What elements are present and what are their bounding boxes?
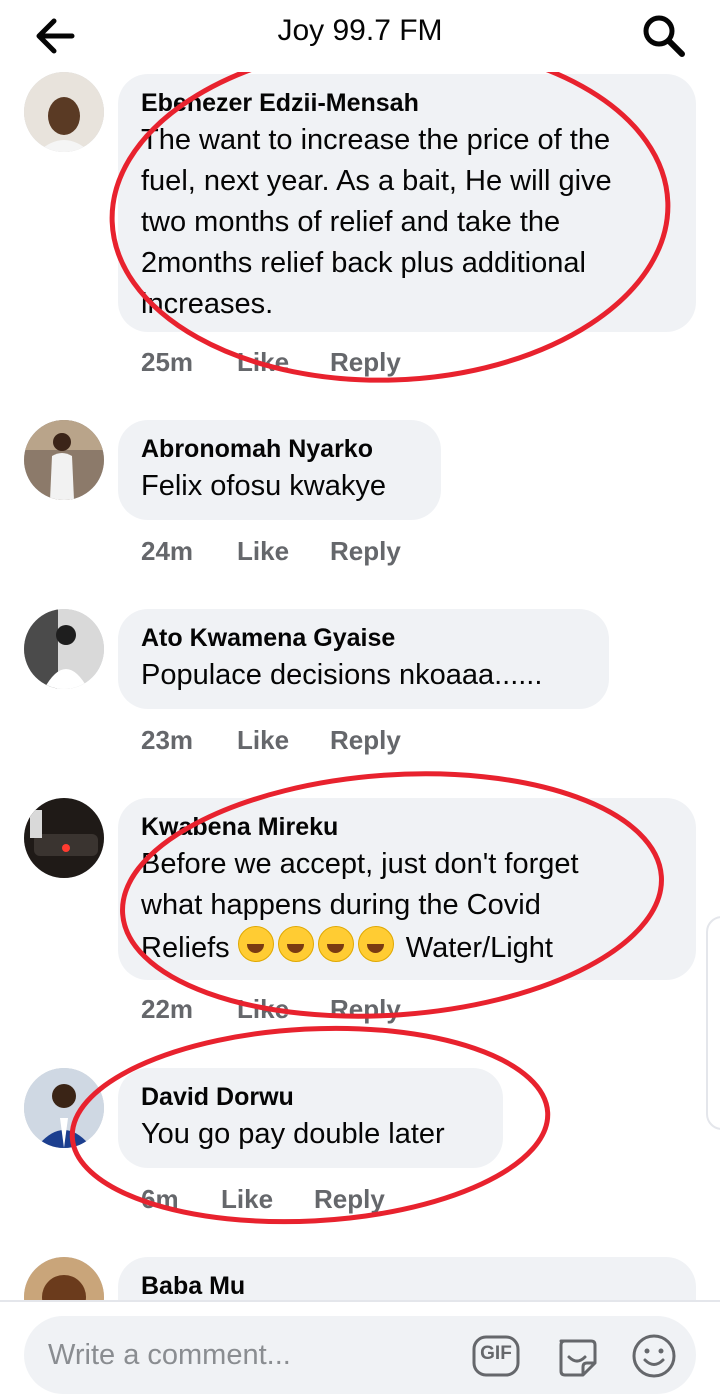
emoji-button[interactable] xyxy=(629,1331,679,1381)
like-button[interactable]: Like xyxy=(237,347,289,378)
composer-box: GIF xyxy=(24,1316,696,1394)
gif-button[interactable]: GIF xyxy=(471,1331,521,1381)
avatar[interactable] xyxy=(24,1068,104,1148)
top-bar: Joy 99.7 FM xyxy=(0,0,720,72)
comment-text: You go pay double later xyxy=(141,1114,479,1155)
comment-bubble[interactable]: Kwabena Mireku Before we accept, just do… xyxy=(118,798,696,980)
search-button[interactable] xyxy=(638,10,690,62)
laughing-emoji-icon xyxy=(357,926,394,962)
reply-button[interactable]: Reply xyxy=(314,1184,385,1215)
comment-input[interactable] xyxy=(48,1316,468,1394)
comment-text: Populace decisions nkoaaa...... xyxy=(141,655,585,696)
comment-composer: GIF xyxy=(0,1300,720,1397)
comment-bubble[interactable]: David Dorwu You go pay double later xyxy=(118,1068,503,1168)
gif-label: GIF xyxy=(480,1343,512,1364)
like-button[interactable]: Like xyxy=(237,994,289,1025)
comment-line: what happens during the Covid xyxy=(141,889,541,921)
comment-text: Before we accept, just don't forget what… xyxy=(141,844,672,969)
like-button[interactable]: Like xyxy=(237,536,289,567)
reply-button[interactable]: Reply xyxy=(330,536,401,567)
comment-text: Felix ofosu kwakye xyxy=(141,466,417,507)
comment-line: Before we accept, just don't forget xyxy=(141,848,579,880)
avatar[interactable] xyxy=(24,798,104,878)
comment-author[interactable]: Ebenezer Edzii-Mensah xyxy=(141,88,672,118)
comment-time[interactable]: 6m xyxy=(141,1184,179,1215)
comment-time[interactable]: 25m xyxy=(141,347,193,378)
reply-button[interactable]: Reply xyxy=(330,994,401,1025)
laughing-emoji-icon xyxy=(237,926,274,962)
comments-feed: Ebenezer Edzii-Mensah The want to increa… xyxy=(0,0,720,1300)
avatar[interactable] xyxy=(24,72,104,152)
avatar[interactable] xyxy=(24,420,104,500)
laughing-emoji-icon xyxy=(277,926,314,962)
comment-line: Felix ofosu kwakye xyxy=(141,470,386,502)
page-title: Joy 99.7 FM xyxy=(277,14,443,47)
comment-bubble[interactable]: Abronomah Nyarko Felix ofosu kwakye xyxy=(118,420,441,520)
smiley-icon xyxy=(632,1334,676,1378)
comment-line: fuel, next year. As a bait, He will give xyxy=(141,165,612,197)
comment-bubble[interactable]: Baba Mu xyxy=(118,1257,696,1300)
comment-line-part: Water/Light xyxy=(405,932,553,964)
avatar[interactable] xyxy=(24,1257,104,1300)
sticker-button[interactable] xyxy=(551,1331,601,1381)
comment-author[interactable]: Ato Kwamena Gyaise xyxy=(141,623,585,653)
like-button[interactable]: Like xyxy=(221,1184,273,1215)
scrollbar-thumb[interactable] xyxy=(706,916,720,1130)
comment-line: The want to increase the price of the xyxy=(141,124,611,156)
like-button[interactable]: Like xyxy=(237,725,289,756)
sticker-icon xyxy=(559,1339,597,1377)
comment-line: Reliefs Water/Light xyxy=(141,926,672,969)
comment-author[interactable]: David Dorwu xyxy=(141,1082,479,1112)
comment-line: two months of relief and take the xyxy=(141,206,561,238)
comment-line: 2months relief back plus additional xyxy=(141,247,586,279)
comment-line-part: Reliefs xyxy=(141,932,230,964)
comment-text: The want to increase the price of the fu… xyxy=(141,120,672,325)
comment-bubble[interactable]: Ato Kwamena Gyaise Populace decisions nk… xyxy=(118,609,609,709)
search-icon xyxy=(643,15,685,57)
reply-button[interactable]: Reply xyxy=(330,725,401,756)
reply-button[interactable]: Reply xyxy=(330,347,401,378)
comment-line: You go pay double later xyxy=(141,1118,445,1150)
comment-time[interactable]: 22m xyxy=(141,994,193,1025)
comment-author[interactable]: Kwabena Mireku xyxy=(141,812,672,842)
comment-line: Populace decisions nkoaaa...... xyxy=(141,659,543,691)
avatar[interactable] xyxy=(24,609,104,689)
comment-time[interactable]: 24m xyxy=(141,536,193,567)
comment-line: increases. xyxy=(141,288,274,320)
comment-author[interactable]: Abronomah Nyarko xyxy=(141,434,417,464)
laughing-emoji-icon xyxy=(317,926,354,962)
comment-author[interactable]: Baba Mu xyxy=(141,1271,672,1300)
comment-bubble[interactable]: Ebenezer Edzii-Mensah The want to increa… xyxy=(118,74,696,332)
comment-time[interactable]: 23m xyxy=(141,725,193,756)
